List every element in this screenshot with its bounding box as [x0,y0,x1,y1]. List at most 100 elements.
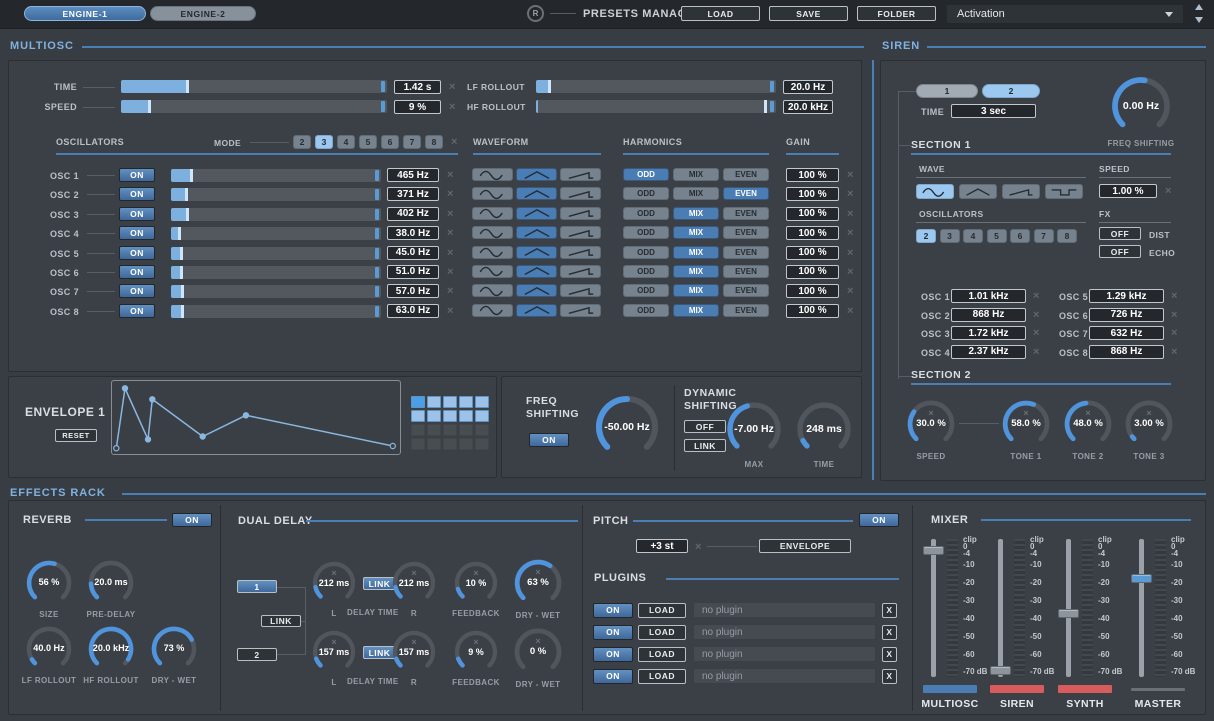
osc-gain-value[interactable]: 100 % [786,226,839,240]
plugin-load-button[interactable]: LOAD [638,603,686,618]
siren-osc-value[interactable]: 726 Hz [1089,308,1164,322]
square-wave-button[interactable] [1045,184,1083,199]
mode-option-button[interactable]: 2 [293,135,311,149]
triangle-wave-button[interactable] [516,304,557,317]
plugin-remove-button[interactable]: X [882,603,897,618]
slider-handle[interactable] [148,100,151,113]
speed-slider[interactable] [121,100,387,113]
sine-wave-button[interactable] [472,246,513,259]
feedback-knob[interactable]: ×10 %FEEDBACK [453,560,499,606]
sine-wave-button[interactable] [472,187,513,200]
osc-freq-value[interactable]: 38.0 Hz [387,226,439,240]
osc-gain-value[interactable]: 100 % [786,265,839,279]
hf-rollout-slider[interactable] [536,100,776,113]
harmonics-mix-button[interactable]: MIX [673,207,719,220]
siren-osc-count-button[interactable]: 5 [987,229,1007,243]
harmonics-even-button[interactable]: EVEN [723,187,769,200]
siren-osc-value[interactable]: 1.72 kHz [951,326,1026,340]
folder-button[interactable]: FOLDER [857,6,936,21]
close-icon[interactable]: × [1033,347,1039,358]
env-grid-cell[interactable] [411,410,425,422]
preset-stepper[interactable] [1193,4,1205,23]
mode-option-button[interactable]: 8 [425,135,443,149]
plugin-remove-button[interactable]: X [882,625,897,640]
harmonics-mix-button[interactable]: MIX [673,187,719,200]
siren-osc-value[interactable]: 868 Hz [951,308,1026,322]
triangle-wave-button[interactable] [516,207,557,220]
siren-freq-shifting-knob[interactable]: 0.00 HzFREQ SHIFTING [1111,76,1171,136]
mode-option-button[interactable]: 6 [381,135,399,149]
slider-handle[interactable] [764,100,767,113]
siren-tab-1[interactable]: 1 [916,84,978,98]
sine-wave-button[interactable] [472,168,513,181]
harmonics-mix-button[interactable]: MIX [673,246,719,259]
dynamic-link-button[interactable]: LINK [684,439,726,452]
triangle-wave-button[interactable] [516,246,557,259]
plugin-on-button[interactable]: ON [593,603,633,618]
harmonics-odd-button[interactable]: ODD [623,168,669,181]
close-icon[interactable]: × [847,170,853,181]
tab-engine-1[interactable]: ENGINE-1 [24,6,146,21]
close-icon[interactable]: × [1171,328,1177,339]
plugin-on-button[interactable]: ON [593,625,633,640]
close-icon[interactable]: × [847,248,853,259]
section2-knob[interactable]: ×30.0 %SPEED [906,399,956,449]
harmonics-odd-button[interactable]: ODD [623,187,669,200]
env-grid-cell[interactable] [443,438,457,450]
osc-on-button[interactable]: ON [119,304,155,318]
osc-freq-value[interactable]: 57.0 Hz [387,284,439,298]
close-icon[interactable]: × [847,267,853,278]
saw-wave-button[interactable] [560,207,601,220]
close-icon[interactable]: × [1165,186,1171,197]
lf-rollout-slider[interactable] [536,80,776,93]
plugin-name-field[interactable]: no plugin [693,602,876,618]
saw-wave-button[interactable] [560,284,601,297]
close-icon[interactable]: × [1171,310,1177,321]
fader-handle[interactable] [990,666,1011,675]
close-icon[interactable]: × [447,248,453,259]
pitch-on-button[interactable]: ON [859,513,899,527]
sine-wave-button[interactable] [472,265,513,278]
osc-freq-slider[interactable] [171,169,381,182]
env-grid-cell[interactable] [427,424,441,436]
dynamic-time-knob[interactable]: 248 msTIME [796,401,852,457]
triangle-wave-button[interactable] [516,187,557,200]
osc-freq-slider[interactable] [171,188,381,201]
triangle-wave-button[interactable] [516,265,557,278]
lf-rollout-value[interactable]: 20.0 Hz [783,80,833,94]
osc-on-button[interactable]: ON [119,187,155,201]
osc-gain-value[interactable]: 100 % [786,246,839,260]
plugin-load-button[interactable]: LOAD [638,669,686,684]
freq-shifting-knob[interactable]: -50.00 Hz [595,395,659,459]
close-icon[interactable]: × [1033,310,1039,321]
close-icon[interactable]: × [447,267,453,278]
harmonics-even-button[interactable]: EVEN [723,284,769,297]
harmonics-even-button[interactable]: EVEN [723,265,769,278]
dry-wet-knob[interactable]: ×0 %DRY - WET [513,627,563,677]
load-button[interactable]: LOAD [681,6,760,21]
saw-wave-button[interactable] [560,304,601,317]
siren-osc-value[interactable]: 632 Hz [1089,326,1164,340]
saw-wave-button[interactable] [560,187,601,200]
close-icon[interactable]: × [447,189,453,200]
osc-gain-value[interactable]: 100 % [786,284,839,298]
close-icon[interactable]: × [847,209,853,220]
saw-wave-button[interactable] [1002,184,1040,199]
plugin-on-button[interactable]: ON [593,669,633,684]
close-icon[interactable]: × [1033,328,1039,339]
delay-time-left-knob[interactable]: ×212 msL [311,560,357,606]
slider-handle[interactable] [185,188,188,201]
harmonics-mix-button[interactable]: MIX [673,284,719,297]
harmonics-odd-button[interactable]: ODD [623,304,669,317]
triangle-wave-button[interactable] [516,284,557,297]
env-grid-cell[interactable] [411,424,425,436]
saw-wave-button[interactable] [560,246,601,259]
envelope-graph[interactable] [111,380,401,455]
osc-gain-value[interactable]: 100 % [786,207,839,221]
siren-osc-count-button[interactable]: 3 [940,229,960,243]
osc-on-button[interactable]: ON [119,265,155,279]
env-grid-cell[interactable] [411,438,425,450]
pitch-envelope-button[interactable]: ENVELOPE [759,539,851,553]
delay-time-left-knob[interactable]: ×157 msL [311,629,357,675]
osc-on-button[interactable]: ON [119,284,155,298]
